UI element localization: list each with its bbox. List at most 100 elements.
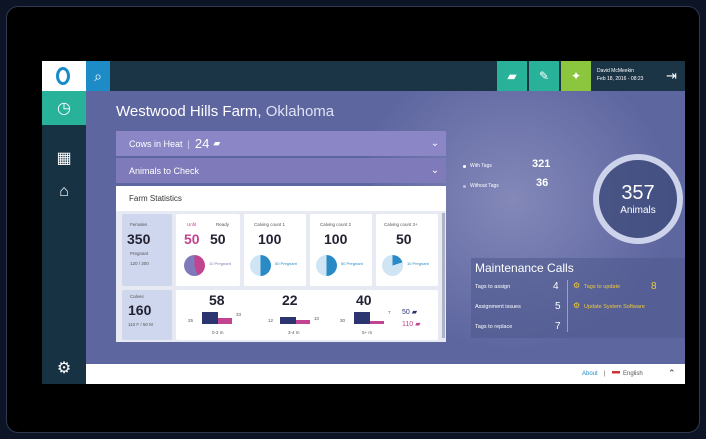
about-link[interactable]: About: [582, 371, 598, 377]
calf-group-2-range: 3-4 m: [288, 330, 300, 335]
cows-in-heat-label: Cows in Heat: [129, 138, 183, 149]
with-tags-value: 321: [532, 158, 551, 170]
calving-1-header: Calving count 1: [254, 222, 286, 227]
maintenance-panel: Maintenance Calls Tags to assign 4 Assig…: [471, 258, 685, 338]
animals-ring: 357 Animals: [593, 154, 683, 244]
user-info[interactable]: David McMeekin Feb 18, 2016 - 08:23: [597, 67, 643, 83]
tags-to-assign-label[interactable]: Tags to assign: [475, 284, 510, 290]
farm-statistics-body: Females 350 Pregnant 120 / 300 Unfit Rea…: [116, 211, 446, 342]
calving-2-pregnant: 50 Pregnant: [341, 261, 363, 266]
separator: |: [604, 371, 606, 377]
with-tags-dot: [463, 165, 466, 168]
calf-males-value: 50: [402, 309, 410, 316]
pregnant-value: 120 / 300: [130, 261, 149, 266]
calf-group-1-range: 0-2 m: [212, 330, 224, 335]
tags-to-assign-value: 4: [553, 281, 559, 292]
calves-card: Calves 160 110 F / 50 M: [122, 290, 172, 340]
separator: |: [187, 138, 190, 149]
cows-in-heat-panel[interactable]: Cows in Heat | 24 ▰ ⌄: [116, 131, 446, 156]
calf-group-3-a: 30: [340, 318, 346, 323]
farm-state: Oklahoma: [265, 103, 335, 120]
chevron-down-icon[interactable]: ⌄: [424, 131, 446, 156]
stats-scrollbar[interactable]: [442, 213, 445, 338]
chevron-up-icon[interactable]: ⌃: [668, 368, 676, 379]
gear-icon: ⚙: [573, 301, 581, 310]
calf-group-2-value: 22: [282, 292, 298, 308]
unfit-value: 50: [184, 231, 200, 247]
sidebar-item-barn[interactable]: ⌂: [42, 175, 86, 209]
calves-sub: 110 F / 50 M: [128, 322, 153, 327]
barn-icon: ⌂: [59, 183, 69, 200]
ready-value: 50: [210, 231, 226, 247]
calf-group-1-a: 25: [188, 318, 194, 323]
assignment-issues-value: 5: [555, 301, 561, 312]
calving-3-pregnant: 10 Pregnant: [407, 261, 429, 266]
calf-groups-card: 58 25 33 0-2 m 22 12 10 3-4 m 40 30 7 5+…: [176, 290, 438, 340]
cow-button[interactable]: ▰: [497, 61, 527, 91]
calf-group-3-value: 40: [356, 292, 372, 308]
calving-2-pie: [316, 255, 337, 276]
syringe-button[interactable]: ✎: [529, 61, 559, 91]
gauge-icon: ◷: [57, 100, 71, 117]
calf-group-2-a: 12: [268, 318, 274, 323]
farm-statistics-title: Farm Statistics: [129, 194, 182, 203]
calving-2-value: 100: [324, 231, 348, 247]
cow-icon: ▰: [411, 309, 418, 316]
sidebar-item-dashboard[interactable]: ◷: [42, 91, 86, 125]
chevron-down-icon[interactable]: ⌄: [424, 158, 446, 183]
syringe-icon: ✎: [538, 69, 550, 83]
cow-icon: ▰: [507, 69, 517, 83]
update-software-label[interactable]: Update System Software: [584, 304, 645, 310]
pregnant-label: Pregnant: [130, 251, 149, 256]
tags-to-replace-value: 7: [555, 321, 561, 332]
calf-group-1-b: 33: [236, 312, 242, 317]
without-tags-dot: [463, 185, 466, 188]
calving-2-card: Calving count 2 100 50 Pregnant: [310, 214, 372, 286]
assignment-issues-label[interactable]: Assignment issues: [475, 304, 521, 310]
females-label: Females: [130, 222, 148, 227]
logout-icon: ⇥: [666, 68, 677, 83]
unfit-header: Unfit: [187, 222, 197, 227]
drop-icon: [56, 67, 70, 85]
gear-icon: ⚙: [573, 281, 581, 290]
calving-1-pregnant: 50 Pregnant: [275, 261, 297, 266]
tags-to-update-value: 8: [651, 281, 657, 292]
cows-in-heat-count: 24: [194, 136, 210, 151]
calf-group-1-bar-b: [218, 318, 232, 324]
calf-females-value: 110: [402, 321, 414, 328]
cow-icon: ▰: [415, 321, 421, 328]
building-icon: ▦: [56, 150, 72, 167]
language-select[interactable]: English: [623, 371, 643, 377]
maintenance-title: Maintenance Calls: [475, 261, 574, 275]
unfit-ready-card: Unfit Ready 50 50 10 Pregnant: [176, 214, 240, 286]
pin-icon: ✦: [570, 69, 582, 83]
app-screen: ◷ ▦ ⌂ ⚙ ⌕ ▰ ✎ ✦ David McMeekin Feb 18, 2…: [42, 61, 685, 384]
flag-icon: [612, 371, 620, 376]
page-title: Westwood Hills Farm, Oklahoma: [116, 103, 334, 120]
app-logo[interactable]: [42, 61, 86, 91]
calving-1-card: Calving count 1 100 50 Pregnant: [244, 214, 306, 286]
sidebar-item-records[interactable]: ▦: [42, 141, 86, 175]
tags-to-replace-label[interactable]: Tags to replace: [475, 324, 512, 330]
pin-button[interactable]: ✦: [561, 61, 591, 91]
unfit-pie: [184, 255, 205, 276]
calves-value: 160: [128, 302, 152, 318]
logout-button[interactable]: ⇥: [658, 61, 685, 91]
gear-icon: ⚙: [56, 360, 72, 377]
search-button[interactable]: ⌕: [86, 61, 110, 91]
animals-to-check-panel[interactable]: Animals to Check ⌄: [116, 158, 446, 183]
calf-group-1-value: 58: [209, 292, 225, 308]
tags-to-update-label[interactable]: Tags to update: [584, 284, 620, 290]
calf-females: 110 ▰: [402, 320, 421, 328]
animals-to-check-label: Animals to Check: [129, 165, 200, 176]
females-card: Females 350 Pregnant 120 / 300: [122, 214, 172, 286]
calving-3-pie: [382, 255, 403, 276]
sidebar-item-settings[interactable]: ⚙: [42, 351, 86, 384]
calving-3-header: Calving count 3+: [384, 222, 418, 227]
without-tags-label: Without Tags: [470, 183, 499, 189]
calf-group-2-bar-b: [296, 320, 310, 324]
calving-1-value: 100: [258, 231, 282, 247]
user-date: Feb 18, 2016 - 08:23: [597, 76, 644, 82]
calf-group-2-bar-a: [280, 317, 296, 324]
user-name: David McMeekin: [597, 68, 634, 74]
